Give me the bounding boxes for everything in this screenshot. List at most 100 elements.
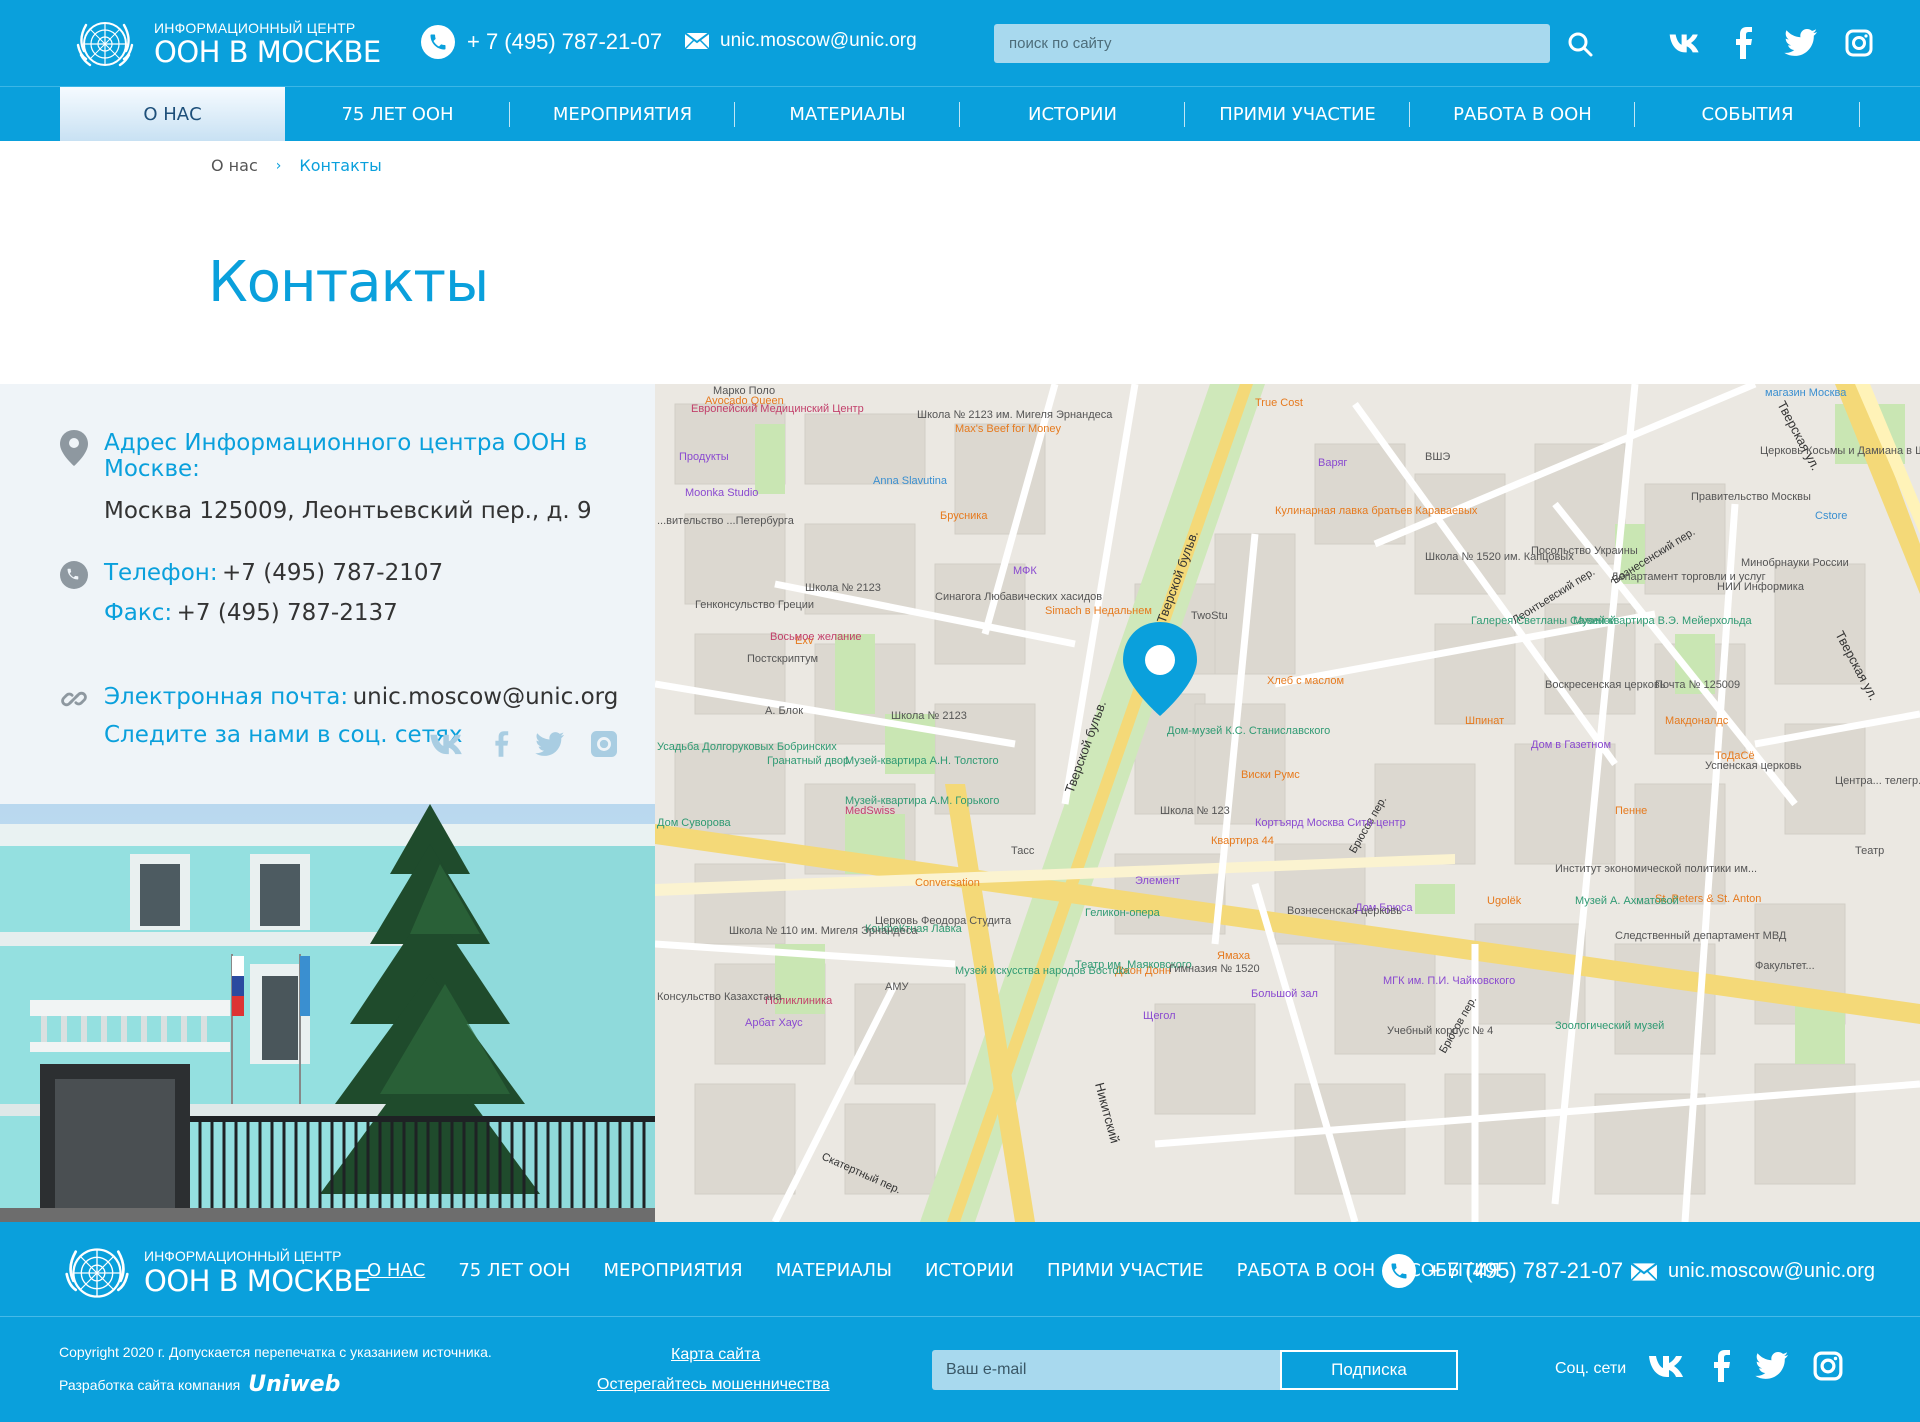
header-phone[interactable]: + 7 (495) 787-21-07 — [421, 25, 662, 59]
footer-divider — [0, 1316, 1920, 1317]
address-label: Адрес Информационного центра ООН в Москв… — [104, 430, 588, 482]
map-poi: Минобрнауки России — [1741, 557, 1849, 569]
phone-icon — [1382, 1254, 1416, 1288]
vk-icon[interactable] — [1668, 26, 1702, 60]
nav-item-events[interactable]: МЕРОПРИЯТИЯ — [510, 87, 735, 141]
nav-item-75-years[interactable]: 75 ЛЕТ ООН — [285, 87, 510, 141]
map-poi: Школа № 123 — [1160, 805, 1230, 817]
nav-item-stories[interactable]: ИСТОРИИ — [960, 87, 1185, 141]
breadcrumb-home[interactable]: О нас — [211, 156, 258, 175]
map-poi: Консульство Казахстана — [657, 991, 782, 1003]
location-pin-icon — [60, 430, 88, 466]
sitemap-link[interactable]: Карта сайта — [671, 1346, 760, 1364]
phone-value[interactable]: +7 (495) 787-2107 — [222, 560, 443, 586]
map-poi: Шпинат — [1465, 715, 1504, 727]
map-poi: Кулинарная лавка братьев Караваевых — [1275, 505, 1478, 517]
developer-label: Разработка сайта компания — [59, 1376, 241, 1393]
page-title: Контакты — [208, 250, 489, 315]
fax-value: +7 (495) 787-2137 — [176, 600, 398, 626]
twitter-icon[interactable] — [1755, 1352, 1789, 1385]
map-poi: Ugolёk — [1487, 895, 1522, 907]
footer-phone[interactable]: + 7 (495) 787-21-07 — [1382, 1254, 1623, 1288]
map-poi: ...вительство ...Петербурга — [657, 515, 795, 527]
contact-panel: Адрес Информационного центра ООН в Москв… — [0, 384, 655, 804]
breadcrumb: О нас › Контакты — [211, 156, 382, 175]
nav-item-jobs[interactable]: РАБОТА В ООН — [1410, 87, 1635, 141]
site-header: ИНФОРМАЦИОННЫЙ ЦЕНТР ООН В МОСКВЕ + 7 (4… — [0, 0, 1920, 86]
map-poi: Макдоналдс — [1665, 715, 1729, 727]
site-logo[interactable]: ИНФОРМАЦИОННЫЙ ЦЕНТР ООН В МОСКВЕ — [72, 10, 381, 78]
fraud-warning-link[interactable]: Остерегайтесь мошенничества — [597, 1376, 829, 1394]
twitter-icon[interactable] — [1784, 26, 1818, 60]
un-center-building-image — [0, 804, 655, 1222]
footer-logo-subtitle: ИНФОРМАЦИОННЫЙ ЦЕНТР — [144, 1248, 342, 1264]
footer-logo-title: ООН В МОСКВЕ — [144, 1264, 371, 1298]
nav-item-participate[interactable]: ПРИМИ УЧАСТИЕ — [1185, 87, 1410, 141]
subscribe-email-input[interactable] — [932, 1350, 1280, 1390]
map-poi: Вознесенская церковь — [1287, 905, 1402, 917]
mail-icon — [1630, 1262, 1658, 1281]
footer-logo[interactable]: ИНФОРМАЦИОННЫЙ ЦЕНТР ООН В МОСКВЕ — [60, 1236, 371, 1310]
phone-circle-icon — [60, 560, 88, 596]
map-poi: Школа № 2123 — [805, 582, 881, 594]
map-poi: Гранатный двор — [767, 755, 849, 767]
nav-item-news[interactable]: СОБЫТИЯ — [1635, 87, 1860, 141]
search-input[interactable] — [1007, 34, 1511, 53]
nav-item-about[interactable]: О НАС — [60, 87, 285, 141]
footer-email-text: unic.moscow@unic.org — [1668, 1260, 1876, 1282]
twitter-icon[interactable] — [535, 731, 565, 762]
map-poi: Школа № 2123 им. Мигеля Эрнандеса — [917, 409, 1113, 421]
header-email[interactable]: unic.moscow@unic.org — [684, 30, 917, 52]
map-poi: Кортъярд Москва Сити-центр — [1255, 817, 1406, 829]
nav-item-materials[interactable]: МАТЕРИАЛЫ — [735, 87, 960, 141]
map-poi: Дом Суворова — [657, 817, 732, 829]
footer-social — [1647, 1350, 1843, 1387]
footer-nav-materials[interactable]: МАТЕРИАЛЫ — [776, 1260, 892, 1281]
map-poi: Почта № 125009 — [1655, 679, 1740, 691]
map-poi: Дом-музей К.С. Станиславского — [1167, 725, 1330, 737]
footer-nav-events[interactable]: МЕРОПРИЯТИЯ — [603, 1260, 742, 1281]
footer-nav-participate[interactable]: ПРИМИ УЧАСТИЕ — [1047, 1260, 1204, 1281]
email-value[interactable]: unic.moscow@unic.org — [353, 684, 619, 710]
map-poi: Школа № 2123 — [891, 710, 967, 722]
search-icon[interactable] — [1566, 30, 1594, 58]
map-poi: Генконсульство Греции — [695, 599, 814, 611]
footer-nav-75-years[interactable]: 75 ЛЕТ ООН — [458, 1260, 570, 1281]
facebook-icon[interactable] — [1726, 26, 1760, 60]
footer-nav-about[interactable]: О НАС — [367, 1260, 425, 1281]
copyright-text: Copyright 2020 г. Допускается перепечатк… — [59, 1344, 492, 1360]
footer-nav-jobs[interactable]: РАБОТА В ООН — [1237, 1260, 1376, 1281]
subscribe-button[interactable]: Подписка — [1280, 1350, 1458, 1390]
map-poi: Факультет... — [1755, 960, 1815, 972]
email-label: Электронная почта: — [104, 684, 349, 710]
instagram-icon[interactable] — [1813, 1351, 1843, 1386]
map-poi: МГК им. П.И. Чайковского — [1383, 975, 1515, 987]
un-emblem-icon — [65, 1248, 129, 1298]
developer-logo[interactable]: Uniweb — [248, 1372, 340, 1397]
vk-icon[interactable] — [1647, 1353, 1687, 1384]
map-poi: Институт экономической политики им... — [1555, 863, 1757, 875]
footer-email[interactable]: unic.moscow@unic.org — [1630, 1260, 1875, 1283]
social-label: Соц. сети — [1555, 1360, 1627, 1377]
instagram-icon[interactable] — [1842, 26, 1876, 60]
map-poi: Музей-квартира В.Э. Мейерхольда — [1573, 615, 1753, 627]
map-poi: Гимназия № 1520 — [1169, 963, 1260, 975]
location-map[interactable]: Тверской бульв. Тверской бульв. Тверская… — [655, 384, 1920, 1222]
map-poi: Постскриптум — [747, 653, 818, 665]
un-emblem-icon — [76, 22, 134, 67]
map-poi: Посольство Украины — [1531, 545, 1638, 557]
address-value: Москва 125009, Леонтьевский пер., д. 9 — [104, 498, 592, 524]
link-icon — [60, 684, 88, 720]
map-poi: Щегол — [1143, 1010, 1176, 1022]
facebook-icon[interactable] — [493, 730, 509, 763]
instagram-icon[interactable] — [591, 731, 617, 762]
map-poi: Успенская церковь — [1705, 760, 1802, 772]
facebook-icon[interactable] — [1711, 1350, 1731, 1387]
map-poi: Cstore — [1815, 510, 1847, 522]
phone-icon — [421, 25, 455, 59]
phone-label: Телефон: — [104, 560, 218, 586]
map-poi: Арбат Хаус — [745, 1017, 803, 1029]
main-navigation: О НАС 75 ЛЕТ ООН МЕРОПРИЯТИЯ МАТЕРИАЛЫ И… — [0, 86, 1920, 141]
footer-nav-stories[interactable]: ИСТОРИИ — [925, 1260, 1014, 1281]
vk-icon[interactable] — [427, 732, 467, 761]
